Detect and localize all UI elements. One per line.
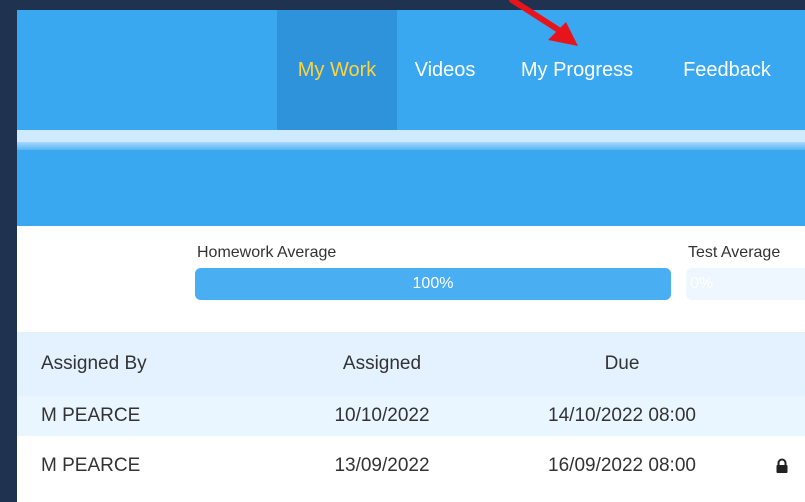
table-row[interactable]: M PEARCE 10/10/2022 14/10/2022 08:00: [17, 396, 805, 436]
row-assigned-date: 10/10/2022: [334, 405, 430, 426]
column-header-assigned-by[interactable]: Assigned By: [41, 332, 181, 396]
row-assigned-by: M PEARCE: [41, 455, 141, 476]
app-window: My Work Videos My Progress Feedback Home…: [0, 0, 805, 502]
top-navbar: My Work Videos My Progress Feedback: [17, 10, 805, 130]
nav-my-work[interactable]: My Work: [277, 10, 397, 130]
lock-icon: [775, 446, 789, 486]
test-average-bar: 0%: [686, 268, 805, 300]
row-due-date: 16/09/2022 08:00: [548, 455, 696, 476]
nav-underline-strip: [17, 130, 805, 142]
homework-average-value: 100%: [412, 275, 454, 292]
nav-my-progress[interactable]: My Progress: [507, 10, 647, 130]
row-due-date: 14/10/2022 08:00: [548, 405, 696, 426]
table-header: Assigned By Assigned Due: [17, 332, 805, 396]
homework-average-bar: 100%: [195, 268, 671, 300]
nav-videos[interactable]: Videos: [400, 10, 490, 130]
homework-average-label: Homework Average: [197, 244, 337, 261]
row-assigned-by: M PEARCE: [41, 405, 141, 426]
column-header-due[interactable]: Due: [547, 332, 697, 396]
column-header-assigned[interactable]: Assigned: [307, 332, 457, 396]
table-row[interactable]: M PEARCE 13/09/2022 16/09/2022 08:00: [17, 446, 805, 486]
nav-feedback[interactable]: Feedback: [662, 10, 792, 130]
row-assigned-date: 13/09/2022: [334, 455, 430, 476]
test-average-value: 0%: [690, 275, 714, 292]
page-banner: [17, 150, 805, 226]
banner-top-gradient: [17, 142, 805, 150]
test-average-label: Test Average: [688, 244, 781, 261]
